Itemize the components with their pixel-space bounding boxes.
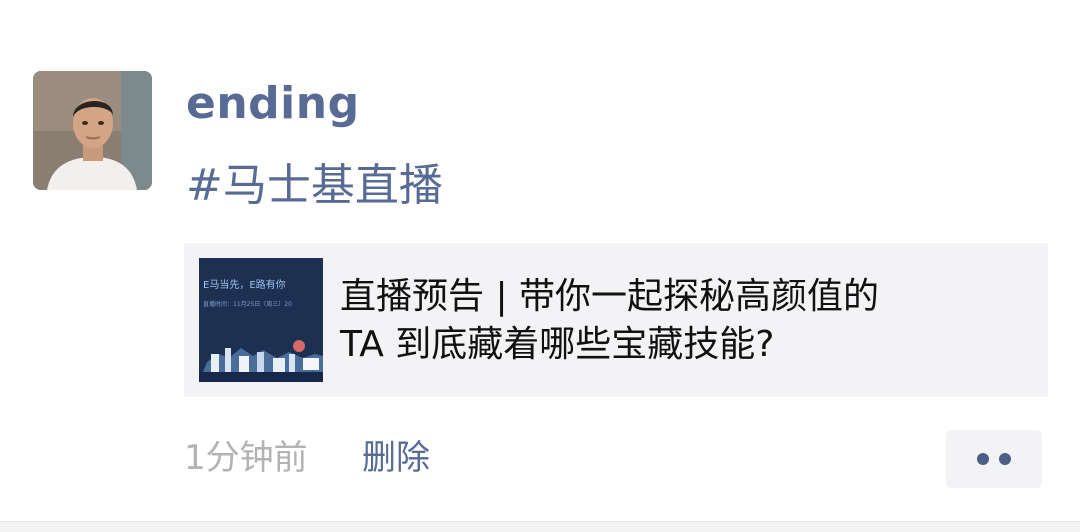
article-title-line-1: 直播预告 | 带你一起探秘高颜值的: [340, 276, 880, 317]
more-dots-icon: [977, 453, 989, 465]
article-title-line-2: TA 到底藏着哪些宝藏技能?: [340, 324, 775, 365]
thumbnail-text-2: 直播时间：11月25日（周三）20: [203, 300, 292, 308]
article-title: 直播预告 | 带你一起探秘高颜值的 TA 到底藏着哪些宝藏技能?: [340, 273, 1030, 369]
moments-post: ending #马士基直播 E马当先，E路有你 直播时间：11月25日（周三）2…: [0, 0, 1080, 532]
post-timestamp: 1分钟前: [184, 438, 308, 478]
thumbnail-text-1: E马当先，E路有你: [203, 278, 286, 291]
hashtag-link[interactable]: #马士基直播: [186, 158, 443, 214]
delete-button[interactable]: 删除: [362, 434, 430, 482]
thumbnail-image: E马当先，E路有你 直播时间：11月25日（周三）20: [199, 258, 323, 382]
more-button[interactable]: [946, 430, 1042, 488]
article-thumbnail: E马当先，E路有你 直播时间：11月25日（周三）20: [199, 258, 323, 382]
divider: [0, 521, 1080, 532]
username[interactable]: ending: [186, 76, 360, 132]
avatar-photo: [33, 71, 152, 190]
shared-article-card[interactable]: E马当先，E路有你 直播时间：11月25日（周三）20 直播预告 | 带你一起探…: [184, 243, 1048, 397]
avatar[interactable]: [33, 71, 152, 190]
more-dots-icon: [999, 453, 1011, 465]
